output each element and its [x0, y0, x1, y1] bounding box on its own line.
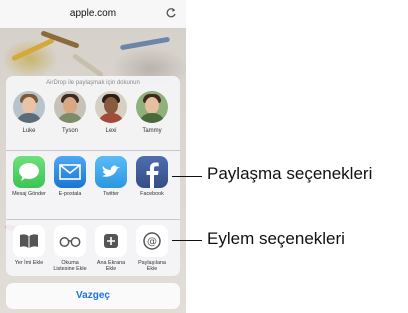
facebook-icon — [136, 156, 168, 188]
glasses-icon — [54, 225, 86, 257]
share-sheet: AirDrop ile paylaşmak için dokunun Luke … — [6, 76, 180, 276]
person-name: Tammy — [142, 128, 162, 134]
messages-icon — [13, 156, 45, 188]
tile-label: E-postala — [58, 191, 82, 197]
action-row: Yer İmi Ekle Okuma Listesine Ekle Ana Ek… — [6, 225, 180, 276]
callout-line-actions — [172, 240, 202, 241]
airdrop-hint: AirDrop ile paylaşmak için dokunun — [46, 80, 140, 86]
share-messages[interactable]: Mesaj Gönder — [10, 156, 48, 197]
mail-icon — [54, 156, 86, 188]
callout-action-options: Eylem seçenekleri — [207, 229, 345, 248]
avatar — [136, 91, 168, 123]
tile-label: Facebook — [140, 191, 164, 197]
cancel-label: Vazgeç — [76, 290, 110, 301]
tile-label: Twitter — [103, 191, 119, 197]
url-text: apple.com — [69, 8, 117, 19]
avatar — [54, 91, 86, 123]
tile-label: Ana Ekrana Ekle — [96, 260, 126, 272]
book-icon — [13, 225, 45, 257]
callout-share-options: Paylaşma seçenekleri — [207, 164, 373, 183]
person-name: Luke — [22, 128, 36, 134]
crayon-decoration — [11, 37, 55, 62]
plus-icon — [95, 225, 127, 257]
at-icon: @ — [136, 225, 168, 257]
reload-icon[interactable] — [165, 7, 177, 19]
airdrop-person-luke[interactable]: Luke — [10, 89, 48, 134]
section-divider — [6, 150, 180, 151]
tile-label: Mesaj Gönder — [12, 191, 46, 197]
crayon-decoration — [71, 53, 105, 78]
airdrop-people-row: Luke Tyson Lexi Tammy — [6, 89, 180, 147]
tile-label: Okuma Listesine Ekle — [53, 260, 87, 272]
callout-line-share — [172, 176, 202, 177]
airdrop-person-lexi[interactable]: Lexi — [92, 89, 130, 134]
action-reading-list[interactable]: Okuma Listesine Ekle — [51, 225, 89, 272]
section-divider — [6, 219, 180, 220]
tile-label: Yer İmi Ekle — [14, 260, 44, 266]
share-mail[interactable]: E-postala — [51, 156, 89, 197]
avatar — [95, 91, 127, 123]
cancel-button[interactable]: Vazgeç — [6, 283, 180, 309]
address-bar[interactable]: apple.com — [0, 0, 186, 29]
share-facebook[interactable]: Facebook — [133, 156, 171, 197]
svg-text:@: @ — [147, 237, 157, 248]
airdrop-person-tammy[interactable]: Tammy — [133, 89, 171, 134]
person-name: Lexi — [105, 128, 117, 134]
phone-screen: apple.com AirDrop ile paylaşmak için dok… — [0, 0, 186, 313]
tile-label: Paylaşılana Ekle — [138, 260, 166, 272]
crayon-decoration — [119, 36, 171, 51]
share-twitter[interactable]: Twitter — [92, 156, 130, 197]
airdrop-person-tyson[interactable]: Tyson — [51, 89, 89, 134]
share-apps-row: Mesaj Gönder E-postala Twitter Facebook — [6, 156, 180, 218]
person-name: Tyson — [61, 128, 78, 134]
avatar — [13, 91, 45, 123]
twitter-icon — [95, 156, 127, 188]
action-add-to-home[interactable]: Ana Ekrana Ekle — [92, 225, 130, 272]
action-add-bookmark[interactable]: Yer İmi Ekle — [10, 225, 48, 266]
action-add-shared-links[interactable]: @ Paylaşılana Ekle — [133, 225, 171, 272]
